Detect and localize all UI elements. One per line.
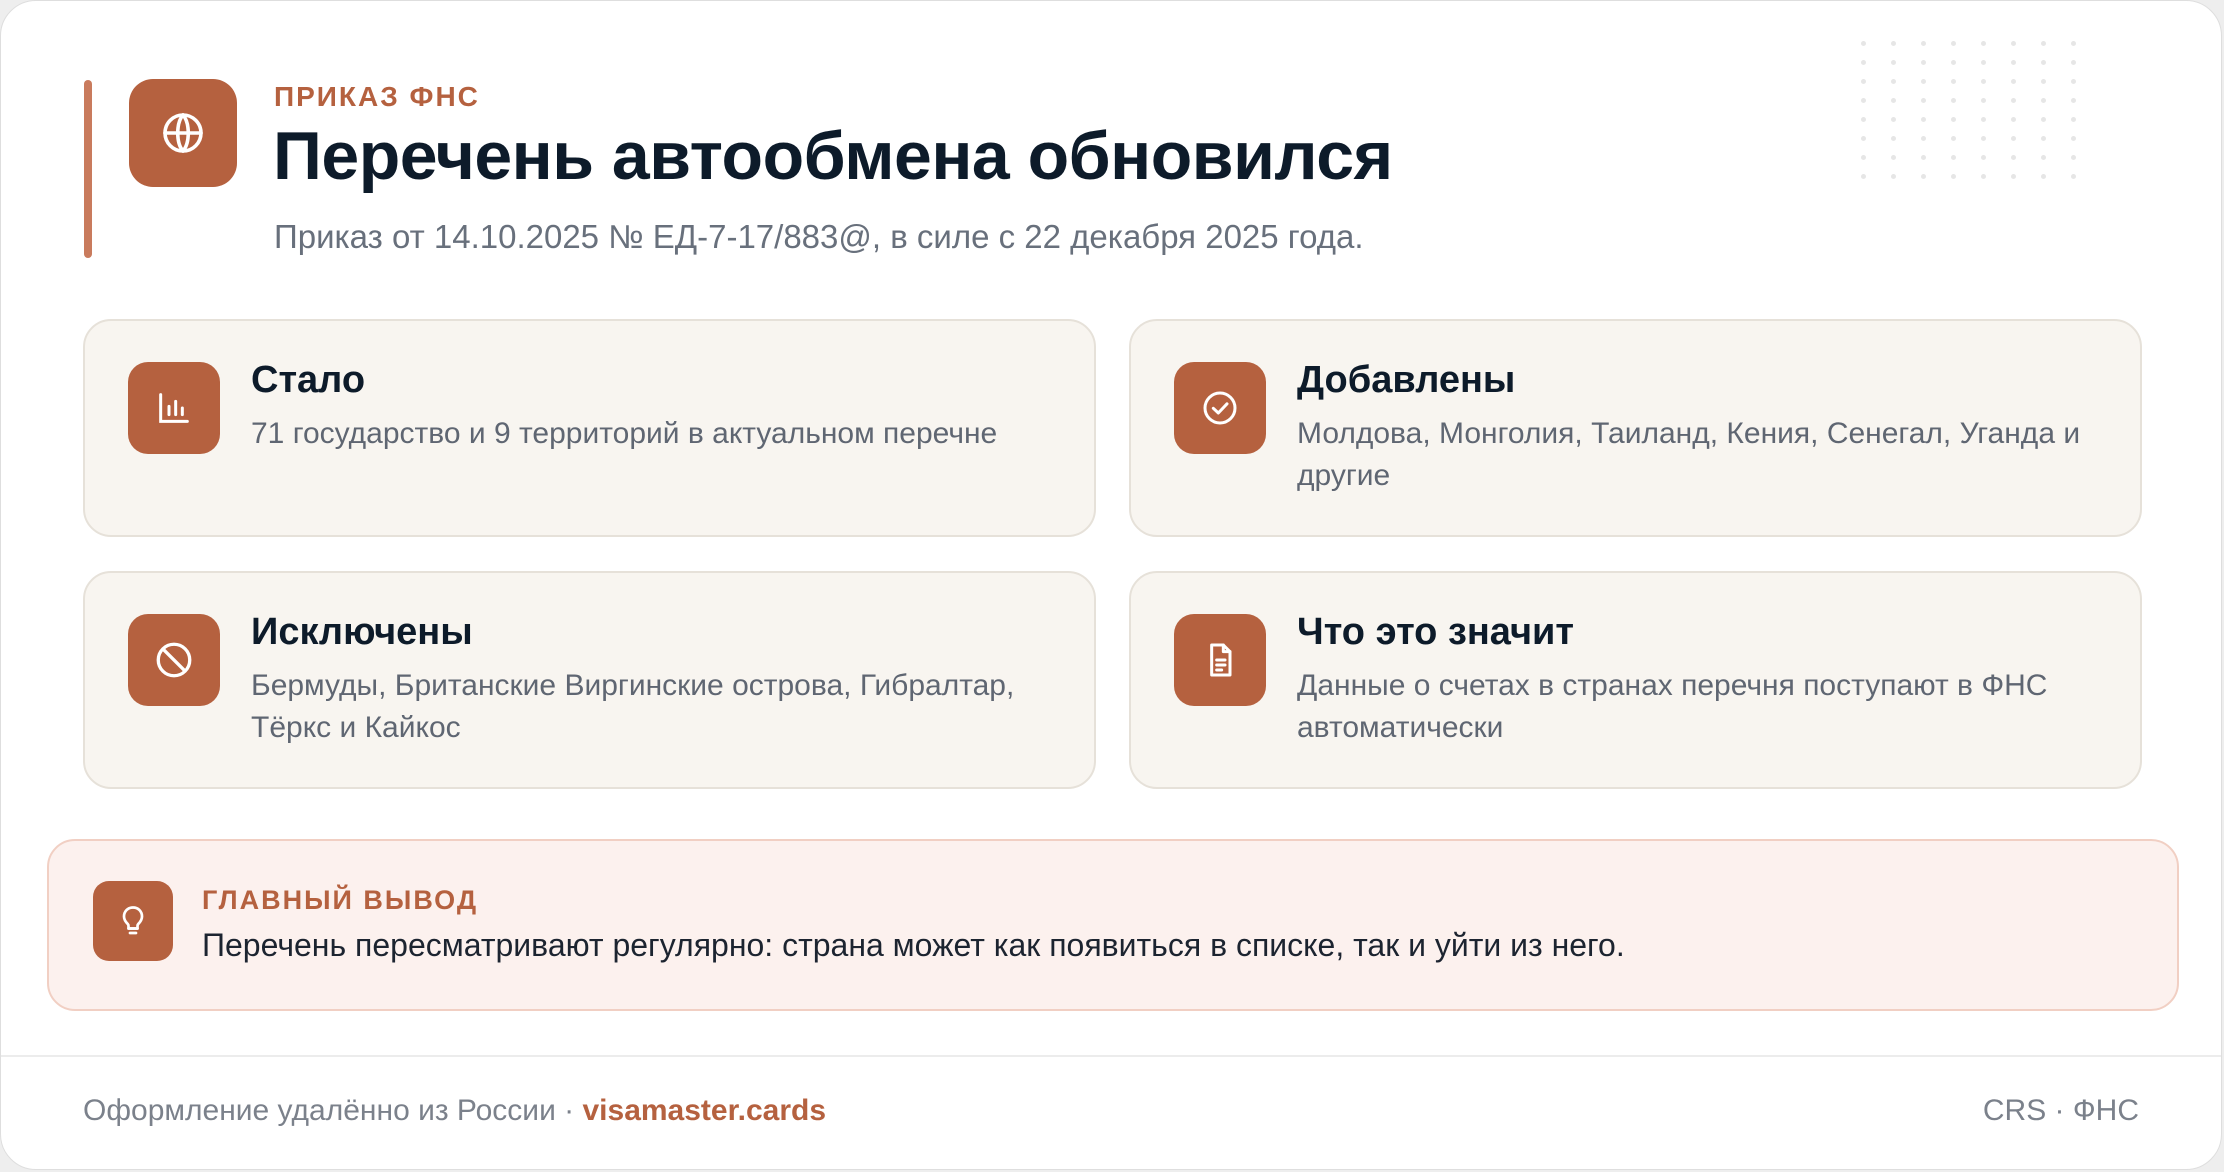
decorative-dot (1861, 60, 1866, 65)
decorative-dot (1891, 41, 1896, 46)
decorative-dot (2071, 155, 2076, 160)
tile-text: Бермуды, Британские Виргинские острова, … (251, 669, 1015, 744)
decorative-dot (2011, 98, 2016, 103)
decorative-dot (2011, 79, 2016, 84)
decorative-dot (1981, 136, 1986, 141)
decorative-dot (1921, 174, 1926, 179)
decorative-dot (1861, 117, 1866, 122)
tile-text: Молдова, Монголия, Таиланд, Кения, Сенег… (1297, 417, 2081, 492)
decorative-dot (1861, 136, 1866, 141)
prohibited-icon (128, 614, 220, 706)
decorative-dot (2071, 174, 2076, 179)
decorative-dot (1861, 98, 1866, 103)
decorative-dot (1981, 155, 1986, 160)
decorative-dot (2011, 155, 2016, 160)
globe-icon (129, 79, 237, 187)
footer-left: Оформление удалённо из России · visamast… (83, 1094, 826, 1128)
tile-text: Данные о счетах в странах перечня поступ… (1297, 669, 2048, 744)
lightbulb-icon (93, 881, 173, 961)
bar-chart-icon (128, 362, 220, 454)
header-eyebrow: ПРИКАЗ ФНС (274, 81, 480, 112)
decorative-dot (1891, 79, 1896, 84)
decorative-dot (1951, 174, 1956, 179)
decorative-dot (2041, 98, 2046, 103)
decorative-dot (1951, 98, 1956, 103)
decorative-dot (1861, 174, 1866, 179)
decorative-dot (1921, 79, 1926, 84)
decorative-dot (1861, 155, 1866, 160)
decorative-dot (1981, 174, 1986, 179)
decorative-dot (2041, 136, 2046, 141)
decorative-dot (2041, 60, 2046, 65)
decorative-dot (1981, 79, 1986, 84)
decorative-dot (1921, 98, 1926, 103)
decorative-dot (1921, 41, 1926, 46)
key-takeaway-callout: ГЛАВНЫЙ ВЫВОД Перечень пересматривают ре… (47, 839, 2179, 1011)
info-card: ПРИКАЗ ФНС Перечень автообмена обновился… (0, 0, 2222, 1170)
decorative-dot (2011, 174, 2016, 179)
decorative-dot (1951, 136, 1956, 141)
decorative-dot (1861, 79, 1866, 84)
decorative-dot (2041, 117, 2046, 122)
decorative-dot (2041, 174, 2046, 179)
decorative-dot (2071, 41, 2076, 46)
page-subtitle: Приказ от 14.10.2025 № ЕД-7-17/883@, в с… (274, 218, 1364, 255)
tile-stalo: Стало 71 государство и 9 территорий в ак… (83, 319, 1096, 537)
decorative-dot (1951, 41, 1956, 46)
decorative-dot (1891, 98, 1896, 103)
page-title: Перечень автообмена обновился (273, 118, 1393, 194)
decorative-dot (2071, 60, 2076, 65)
decorative-dot (2071, 136, 2076, 141)
decorative-dot (1981, 41, 1986, 46)
tile-text: 71 государство и 9 территорий в актуальн… (251, 417, 998, 450)
callout-text: Перечень пересматривают регулярно: стран… (202, 927, 1625, 963)
tile-title: Исключены (251, 611, 473, 653)
decorative-dot (1891, 117, 1896, 122)
decorative-dot (2071, 98, 2076, 103)
decorative-dot (2041, 79, 2046, 84)
footer-divider (1, 1055, 2221, 1057)
decorative-dot (1921, 155, 1926, 160)
decorative-dot (1891, 136, 1896, 141)
tile-title: Стало (251, 359, 366, 401)
check-circle-icon (1174, 362, 1266, 454)
decorative-dot (1981, 117, 1986, 122)
decorative-dot (1891, 174, 1896, 179)
decorative-dot (1951, 117, 1956, 122)
decorative-dot (2071, 117, 2076, 122)
tile-added: Добавлены Молдова, Монголия, Таиланд, Ке… (1129, 319, 2142, 537)
decorative-dot (1891, 155, 1896, 160)
tile-title: Что это значит (1297, 611, 1575, 653)
decorative-dot (1921, 60, 1926, 65)
footer-tags: CRS · ФНС (1982, 1094, 2139, 1127)
decorative-dot (1891, 60, 1896, 65)
decorative-dot (1951, 60, 1956, 65)
decorative-dot (1951, 79, 1956, 84)
decorative-dot (1921, 117, 1926, 122)
document-icon (1174, 614, 1266, 706)
decorative-dot (2041, 155, 2046, 160)
decorative-dot (2041, 41, 2046, 46)
footer-tagline: Оформление удалённо из России · (83, 1094, 583, 1127)
accent-bar (84, 80, 92, 258)
decorative-dot (1861, 41, 1866, 46)
decorative-dot (2011, 117, 2016, 122)
callout-label: ГЛАВНЫЙ ВЫВОД (202, 885, 479, 915)
tile-title: Добавлены (1297, 359, 1516, 401)
tile-meaning: Что это значит Данные о счетах в странах… (1129, 571, 2142, 789)
decorative-dot (2071, 79, 2076, 84)
decorative-dot (2011, 41, 2016, 46)
decorative-dot (1951, 155, 1956, 160)
decorative-dot (2011, 60, 2016, 65)
brand-link[interactable]: visamaster.cards (582, 1094, 826, 1127)
decorative-dot (1981, 60, 1986, 65)
decorative-dot (2011, 136, 2016, 141)
decorative-dot (1981, 98, 1986, 103)
decorative-dot (1921, 136, 1926, 141)
tile-excluded: Исключены Бермуды, Британские Виргинские… (83, 571, 1096, 789)
